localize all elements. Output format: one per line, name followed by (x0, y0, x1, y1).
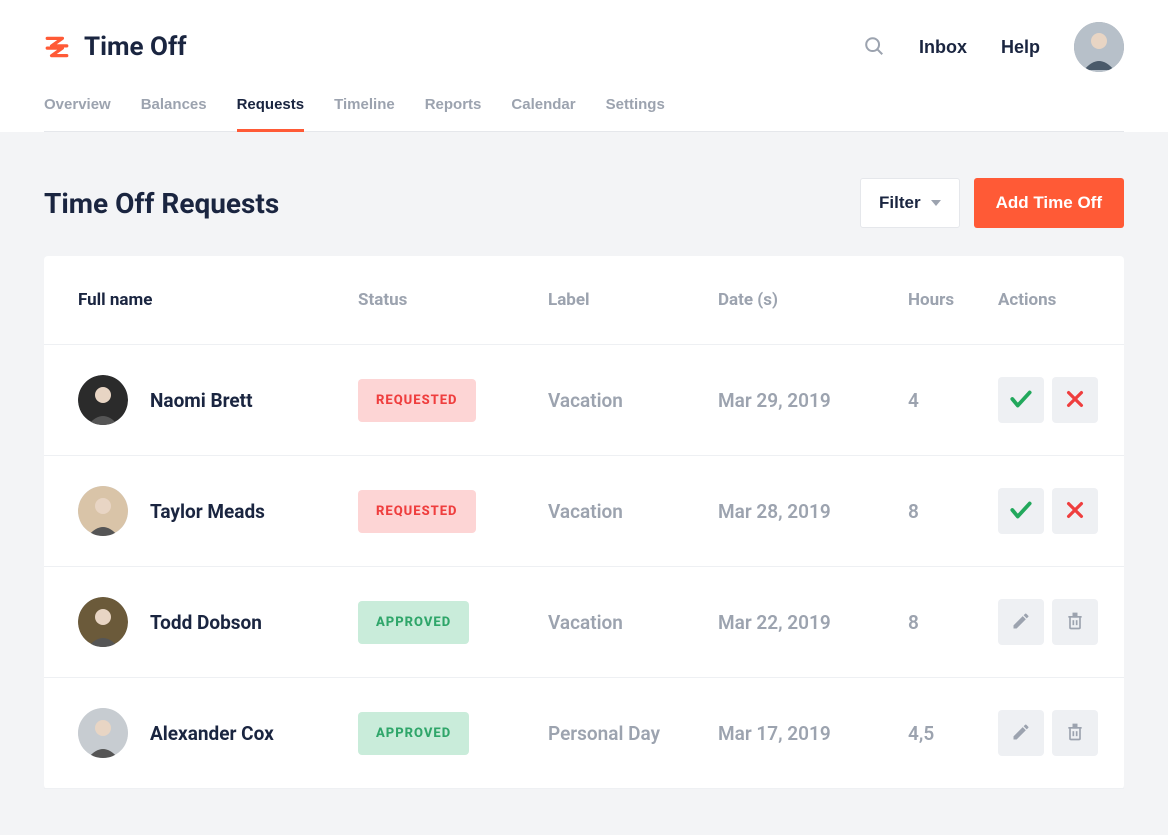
table-row: Naomi Brett REQUESTED VacationMar 29, 2019… (44, 345, 1124, 456)
row-dates: Mar 28, 2019 (718, 500, 908, 523)
edit-button[interactable] (998, 599, 1044, 645)
status-badge: APPROVED (358, 712, 469, 755)
row-name: Alexander Cox (150, 722, 274, 745)
actions-cell (998, 710, 1098, 756)
app-header: Time Off Inbox Help Ove (0, 0, 1168, 132)
delete-button[interactable] (1052, 710, 1098, 756)
tab-timeline[interactable]: Timeline (334, 82, 395, 131)
help-link[interactable]: Help (1001, 37, 1040, 58)
tab-overview[interactable]: Overview (44, 82, 111, 131)
name-cell: Taylor Meads (78, 486, 358, 536)
row-avatar (78, 597, 128, 647)
table-header: Full name Status Label Date (s) Hours Ac… (44, 256, 1124, 345)
header-right: Inbox Help (863, 22, 1124, 72)
row-name: Naomi Brett (150, 389, 253, 412)
tab-reports[interactable]: Reports (425, 82, 482, 131)
row-dates: Mar 22, 2019 (718, 611, 908, 634)
chevron-down-icon (931, 200, 941, 206)
add-time-off-button[interactable]: Add Time Off (974, 178, 1124, 228)
row-avatar (78, 708, 128, 758)
col-hours: Hours (908, 290, 998, 310)
header-top: Time Off Inbox Help (44, 22, 1124, 82)
content: Time Off Requests Filter Add Time Off Fu… (0, 132, 1168, 835)
row-hours: 4,5 (908, 722, 998, 745)
logo-icon (44, 34, 70, 60)
status-badge: REQUESTED (358, 490, 476, 533)
app-title: Time Off (84, 32, 187, 62)
col-actions: Actions (998, 290, 1090, 310)
actions-cell (998, 377, 1098, 423)
user-avatar[interactable] (1074, 22, 1124, 72)
col-dates: Date (s) (718, 290, 908, 310)
x-icon (1064, 388, 1086, 413)
status-badge: APPROVED (358, 601, 469, 644)
filter-button[interactable]: Filter (860, 178, 960, 228)
col-name: Full name (78, 290, 358, 310)
row-hours: 8 (908, 500, 998, 523)
inbox-link[interactable]: Inbox (919, 37, 967, 58)
approve-button[interactable] (998, 377, 1044, 423)
search-button[interactable] (863, 35, 885, 60)
actions-cell (998, 488, 1098, 534)
name-cell: Naomi Brett (78, 375, 358, 425)
row-avatar (78, 375, 128, 425)
row-label: Vacation (548, 611, 718, 634)
status-badge: REQUESTED (358, 379, 476, 422)
trash-icon (1065, 722, 1085, 745)
row-name: Todd Dobson (150, 611, 262, 634)
tabs: Overview Balances Requests Timeline Reports C… (44, 82, 1124, 132)
tab-balances[interactable]: Balances (141, 82, 207, 131)
table-row: Todd Dobson APPROVED VacationMar 22, 20198 (44, 567, 1124, 678)
row-dates: Mar 17, 2019 (718, 722, 908, 745)
actions-cell (998, 599, 1098, 645)
tab-calendar[interactable]: Calendar (511, 82, 575, 131)
row-label: Personal Day (548, 722, 718, 745)
row-label: Vacation (548, 500, 718, 523)
content-header: Time Off Requests Filter Add Time Off (44, 178, 1124, 228)
x-icon (1064, 499, 1086, 524)
approve-button[interactable] (998, 488, 1044, 534)
tab-requests[interactable]: Requests (237, 82, 305, 131)
row-hours: 4 (908, 389, 998, 412)
name-cell: Alexander Cox (78, 708, 358, 758)
tab-settings[interactable]: Settings (606, 82, 665, 131)
row-avatar (78, 486, 128, 536)
row-label: Vacation (548, 389, 718, 412)
brand: Time Off (44, 32, 187, 62)
check-icon (1008, 386, 1034, 415)
filter-button-label: Filter (879, 193, 921, 213)
search-icon (863, 35, 885, 60)
requests-table: Full name Status Label Date (s) Hours Ac… (44, 256, 1124, 789)
page-title: Time Off Requests (44, 187, 279, 220)
content-header-actions: Filter Add Time Off (860, 178, 1124, 228)
row-dates: Mar 29, 2019 (718, 389, 908, 412)
table-row: Alexander Cox APPROVED Personal DayMar 17,… (44, 678, 1124, 789)
col-label: Label (548, 290, 718, 310)
col-status: Status (358, 290, 548, 310)
name-cell: Todd Dobson (78, 597, 358, 647)
delete-button[interactable] (1052, 599, 1098, 645)
table-row: Taylor Meads REQUESTED VacationMar 28, 201… (44, 456, 1124, 567)
edit-button[interactable] (998, 710, 1044, 756)
trash-icon (1065, 611, 1085, 634)
check-icon (1008, 497, 1034, 526)
reject-button[interactable] (1052, 377, 1098, 423)
pencil-icon (1011, 722, 1031, 745)
row-hours: 8 (908, 611, 998, 634)
row-name: Taylor Meads (150, 500, 265, 523)
pencil-icon (1011, 611, 1031, 634)
reject-button[interactable] (1052, 488, 1098, 534)
